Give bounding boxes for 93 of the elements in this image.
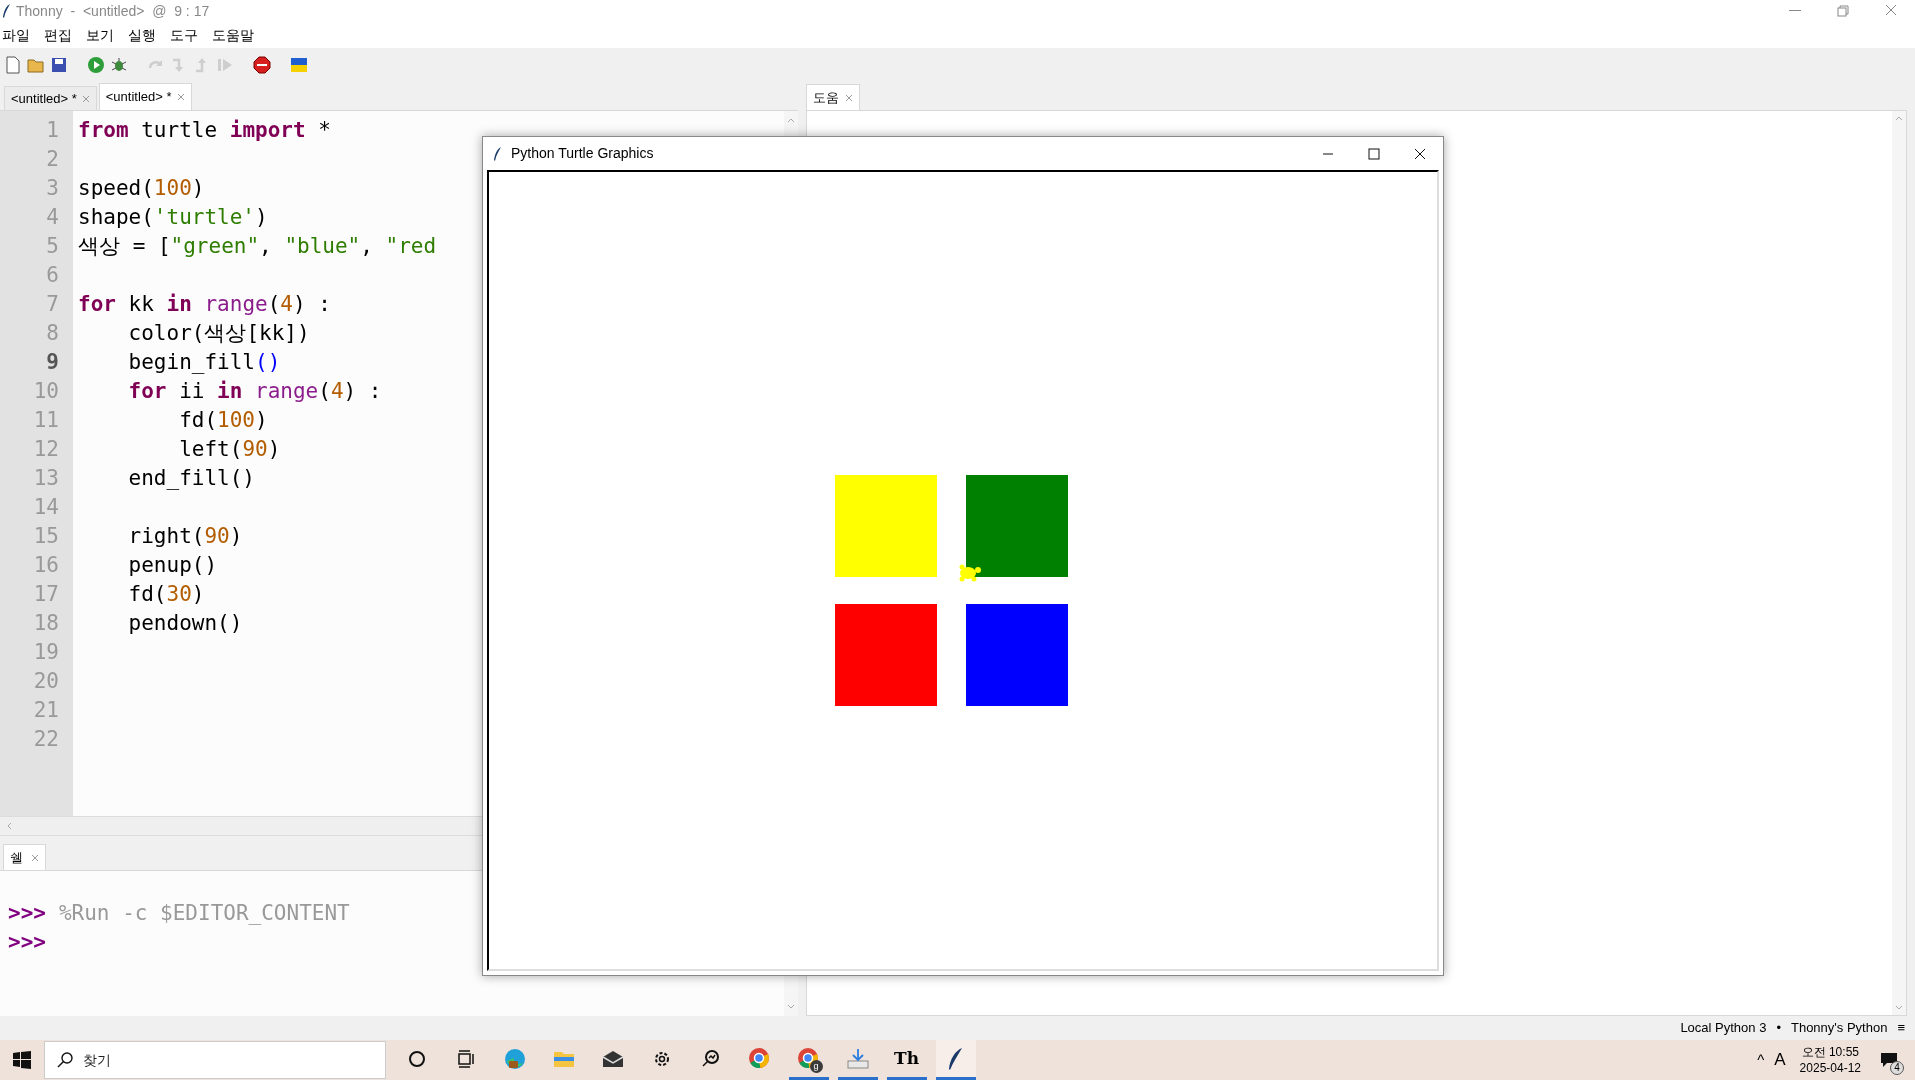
line-number: 16 (32, 552, 59, 579)
search-icon (57, 1052, 73, 1068)
code-line: 색상 = ["green", "blue", "red (78, 233, 437, 260)
code-line: pendown() (127, 610, 243, 637)
feather-icon (2, 4, 12, 18)
line-number: 21 (32, 697, 59, 724)
menu-icon[interactable]: ≡ (1897, 1018, 1905, 1038)
scroll-down-icon[interactable] (1895, 1005, 1903, 1011)
interpreter-label[interactable]: Local Python 3 (1680, 1018, 1767, 1038)
line-number: 13 (32, 465, 59, 492)
line-number: 8 (45, 320, 59, 347)
code-line: end_fill() (127, 465, 255, 492)
line-number: 12 (32, 436, 59, 463)
folder-icon[interactable] (27, 56, 45, 74)
notification-count: 4 (1890, 1061, 1904, 1075)
line-number: 3 (45, 175, 59, 202)
line-number: 20 (32, 668, 59, 695)
prompt: >>> (8, 929, 46, 956)
stop-icon[interactable] (253, 56, 271, 74)
line-number: 1 (45, 117, 59, 144)
line-number: 10 (32, 378, 59, 405)
line-number: 2 (45, 146, 59, 173)
ime-indicator[interactable]: A (1768, 1047, 1792, 1073)
task-view-icon (455, 1048, 476, 1069)
close-icon[interactable] (1414, 147, 1426, 160)
code-line: speed(100) (78, 175, 205, 202)
taskbar-app[interactable]: Th (886, 1040, 927, 1080)
new-file-icon[interactable] (4, 56, 22, 74)
separator-dot: • (1776, 1019, 1781, 1038)
bug-icon[interactable] (110, 56, 128, 74)
line-number: 6 (45, 262, 59, 289)
restore-icon[interactable] (1837, 5, 1849, 17)
clock-date[interactable]: 2025-04-12 (1799, 1060, 1861, 1076)
scrollbar[interactable] (1892, 111, 1906, 1015)
code-line: begin_fill() (127, 349, 281, 376)
code-line: left(90) (178, 436, 281, 463)
line-number: 4 (45, 204, 59, 231)
line-number: 5 (45, 233, 59, 260)
app-label: Th (894, 1046, 919, 1070)
shell-tab[interactable]: 쉘 (3, 844, 46, 870)
shell-command: %Run -c $EDITOR_CONTENT (58, 900, 350, 927)
window-title: Python Turtle Graphics (511, 144, 654, 163)
menu-item[interactable]: 도움말 (205, 24, 261, 46)
line-number: 14 (32, 494, 59, 521)
line-number: 11 (32, 407, 59, 434)
menu-item[interactable]: 파일 (0, 24, 37, 46)
line-number: 18 (32, 610, 59, 637)
search-field[interactable]: 찾기 (83, 1049, 385, 1071)
code-line: shape('turtle') (78, 204, 268, 231)
code-line: penup() (127, 552, 218, 579)
windows-logo-icon[interactable] (13, 1051, 31, 1069)
minimize-icon[interactable] (1789, 10, 1801, 12)
prompt: >>> (8, 900, 46, 927)
code-line: fd(100) (178, 407, 268, 434)
code-line: color(색상[kk]) (127, 320, 310, 347)
caret-down-icon (787, 1004, 795, 1010)
line-number: 19 (32, 639, 59, 666)
browser-icon (502, 1046, 527, 1071)
editor-tab[interactable]: <untitled> * (98, 83, 192, 110)
menu-item[interactable]: 편집 (37, 24, 79, 46)
run-icon[interactable] (87, 56, 105, 74)
help-tab[interactable]: 도움 (806, 84, 860, 110)
tray-chevron[interactable]: ^ (1753, 1048, 1769, 1072)
line-number: 9 (45, 349, 59, 376)
maximize-icon[interactable] (1368, 147, 1380, 160)
download-icon (845, 1046, 870, 1071)
line-number: 15 (32, 523, 59, 550)
editor-tab[interactable]: <untitled> * (4, 86, 97, 110)
clock-time[interactable]: 오전 10:55 (1801, 1044, 1859, 1060)
circle-icon (406, 1048, 427, 1069)
line-number: 7 (45, 291, 59, 318)
taskbar-app[interactable]: g (788, 1040, 829, 1080)
window-title: Thonny - <untitled> @ 9 : 17 (16, 1, 210, 21)
search-bar[interactable]: 찾기 (44, 1041, 386, 1079)
scroll-left-icon[interactable] (6, 822, 12, 830)
code-line: for kk in range(4) : (78, 291, 331, 318)
code-line: for ii in range(4) : (127, 378, 382, 405)
feather-icon (493, 146, 503, 161)
taskbar-app[interactable] (935, 1040, 976, 1080)
code-line: from turtle import * (78, 117, 331, 144)
scroll-up-icon[interactable] (1895, 115, 1903, 121)
caret-up-icon (787, 117, 795, 123)
line-number: 22 (32, 726, 59, 753)
code-line: right(90) (127, 523, 243, 550)
menu-item[interactable]: 보기 (79, 24, 121, 46)
menu-item[interactable]: 실행 (121, 24, 163, 46)
backend-label[interactable]: Thonny's Python (1790, 1018, 1888, 1038)
line-number: 17 (32, 581, 59, 608)
save-icon[interactable] (50, 56, 68, 74)
code-line: fd(30) (127, 581, 205, 608)
menu-item[interactable]: 도구 (163, 24, 205, 46)
turtle-icon (959, 564, 981, 582)
flag-icon[interactable] (290, 56, 308, 74)
